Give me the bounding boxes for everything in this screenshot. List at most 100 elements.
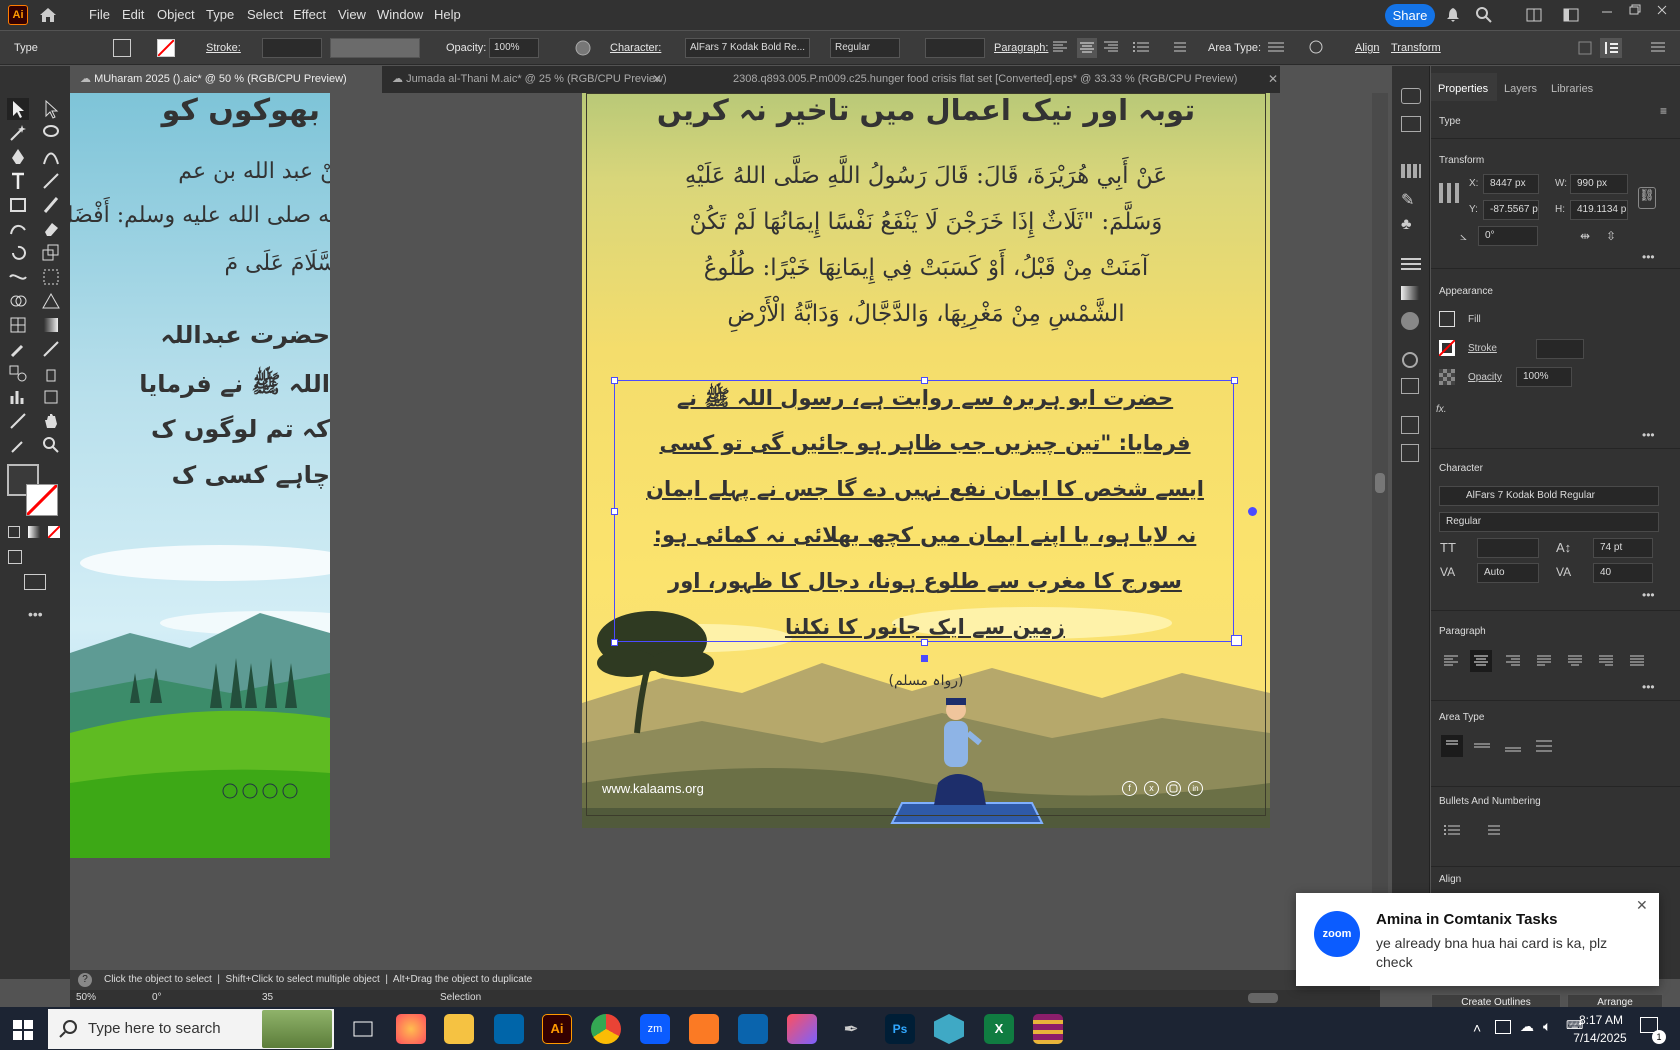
help-icon[interactable]: ?: [78, 973, 92, 987]
font-family-field[interactable]: AlFars 7 Kodak Bold Re...: [685, 38, 810, 58]
task-view-icon[interactable]: [348, 1014, 378, 1044]
tab-close-icon[interactable]: ✕: [652, 72, 662, 86]
zoom-notification[interactable]: zoom Amina in Comtanix Tasks ye already …: [1296, 893, 1659, 986]
vscode-icon[interactable]: [494, 1014, 524, 1044]
transform-link[interactable]: Transform: [1391, 42, 1441, 54]
scrollbar-thumb[interactable]: [1375, 473, 1385, 493]
text-direction-icon[interactable]: [1600, 38, 1622, 58]
area-align-bottom-icon[interactable]: [1505, 740, 1521, 752]
fx-button[interactable]: fx.: [1436, 404, 1447, 415]
menu-view[interactable]: View: [338, 7, 366, 22]
tracking-field[interactable]: 40: [1593, 563, 1653, 583]
stroke-weight-field[interactable]: [262, 38, 322, 58]
mesh-tool-icon[interactable]: [7, 314, 29, 336]
zoom-tool-icon[interactable]: [40, 434, 62, 456]
opacity-label[interactable]: Opacity: [1468, 372, 1502, 383]
firefox-icon[interactable]: [396, 1014, 426, 1044]
height-field[interactable]: 419.1134 p: [1570, 200, 1628, 220]
hand-tool-icon[interactable]: [40, 410, 62, 432]
flip-vertical-icon[interactable]: ⇳: [1606, 229, 1616, 243]
chrome-icon[interactable]: [591, 1014, 621, 1044]
tab-properties[interactable]: Properties: [1438, 83, 1488, 95]
search-icon[interactable]: [1475, 6, 1493, 24]
horizontal-scroll-thumb[interactable]: [1248, 993, 1278, 1003]
bullets-icon[interactable]: [1444, 824, 1460, 836]
xampp-icon[interactable]: [689, 1014, 719, 1044]
inkscape-icon[interactable]: ✒: [836, 1014, 866, 1044]
volume-icon[interactable]: 🔈︎: [1543, 1018, 1551, 1035]
x-field[interactable]: 8447 px: [1483, 174, 1539, 194]
symbol-sprayer-tool-icon[interactable]: [40, 362, 62, 384]
libraries-icon[interactable]: [1401, 116, 1421, 132]
kerning-field[interactable]: Auto: [1477, 563, 1539, 583]
fill-swatch[interactable]: [1439, 311, 1455, 327]
align-link[interactable]: Align: [1355, 42, 1379, 54]
align-center-icon[interactable]: [1077, 38, 1097, 58]
selection-handle[interactable]: [921, 639, 928, 646]
free-transform-tool-icon[interactable]: [40, 266, 62, 288]
status-mode[interactable]: Selection: [440, 992, 481, 1003]
creative-cloud-icon[interactable]: [787, 1014, 817, 1044]
perspective-grid-tool-icon[interactable]: [40, 290, 62, 312]
paragraph-align-left-icon[interactable]: [1444, 655, 1458, 667]
opacity-field[interactable]: 100%: [1516, 367, 1572, 387]
stroke-label[interactable]: Stroke:: [206, 42, 241, 54]
variable-width-field[interactable]: [330, 38, 420, 58]
out-port-handle[interactable]: [1248, 507, 1257, 516]
tab-libraries[interactable]: Libraries: [1551, 83, 1593, 95]
constrain-proportions-icon[interactable]: ⛓: [1638, 187, 1656, 209]
appearance-icon[interactable]: [1402, 352, 1418, 368]
font-size-field[interactable]: [1477, 538, 1539, 558]
color-mode-color-icon[interactable]: [8, 526, 20, 538]
line-tool-icon[interactable]: [40, 170, 62, 192]
font-size-field[interactable]: [925, 38, 985, 58]
gradient-panel-icon[interactable]: [1401, 286, 1419, 300]
brushes-icon[interactable]: ✎: [1401, 190, 1421, 210]
stroke-label[interactable]: Stroke: [1468, 343, 1497, 354]
justify-center-icon[interactable]: [1568, 655, 1582, 667]
font-style-field[interactable]: Regular: [1439, 512, 1659, 532]
stroke-color-swatch[interactable]: [26, 484, 58, 516]
tab-hunger[interactable]: 2308.q893.005.P.m009.c25.hunger food cri…: [723, 66, 1263, 93]
illustrator-taskbar-icon[interactable]: Ai: [542, 1014, 572, 1044]
lasso-tool-icon[interactable]: [40, 122, 62, 144]
artboards-icon[interactable]: [1401, 444, 1419, 462]
color-mode-none-icon[interactable]: [48, 526, 60, 538]
selected-text-frame[interactable]: حضرت ابو ہریرہ سے روایت ہے، رسول اللہ ﷺ …: [614, 380, 1234, 642]
swatches-icon[interactable]: [1401, 164, 1421, 178]
artboard-left[interactable]: بھوکوں کو عَنْ عبد الله بن عم الله صلى ا…: [70, 93, 330, 858]
paragraph-align-center-icon[interactable]: [1470, 650, 1492, 672]
close-icon[interactable]: ✕: [1636, 897, 1648, 914]
tab-muharam[interactable]: ☁ MUharam 2025 ().aic* @ 50 % (RGB/CPU P…: [70, 66, 382, 93]
stroke-weight-field[interactable]: [1536, 339, 1584, 359]
menu-select[interactable]: Select: [247, 7, 283, 22]
transparency-icon[interactable]: [1401, 312, 1419, 330]
bell-icon[interactable]: [1446, 7, 1460, 23]
more-options-icon[interactable]: •••: [1642, 588, 1655, 602]
fill-swatch[interactable]: [113, 39, 131, 57]
export-icon[interactable]: [1401, 416, 1419, 434]
chevron-up-icon[interactable]: ˄: [1473, 1020, 1481, 1036]
graphic-styles-icon[interactable]: [1401, 378, 1419, 394]
symbols-icon[interactable]: ♣: [1401, 216, 1421, 236]
slice-tool-icon[interactable]: [7, 410, 29, 432]
gradient-tool-icon[interactable]: [40, 314, 62, 336]
column-graph-tool-icon[interactable]: [7, 386, 29, 408]
eyedropper2-tool-icon[interactable]: [7, 434, 29, 456]
area-align-center-icon[interactable]: [1474, 740, 1490, 752]
selection-handle[interactable]: [611, 639, 618, 646]
menu-effect[interactable]: Effect: [293, 7, 326, 22]
properties-icon[interactable]: [1401, 88, 1421, 104]
clock-date[interactable]: 7/14/2025: [1566, 1031, 1634, 1045]
align-left-icon[interactable]: [1053, 41, 1067, 53]
workspace-icon[interactable]: [1563, 8, 1579, 22]
shape-builder-tool-icon[interactable]: [7, 290, 29, 312]
type-tool-icon[interactable]: [7, 170, 29, 192]
justify-left-icon[interactable]: [1537, 655, 1551, 667]
file-explorer-icon[interactable]: [444, 1014, 474, 1044]
numbering-icon[interactable]: [1484, 824, 1500, 836]
excel-icon[interactable]: X: [984, 1014, 1014, 1044]
more-options-icon[interactable]: •••: [1642, 428, 1655, 442]
artboard-main[interactable]: توبہ اور نیک اعمال میں تاخیر نہ کریں عَن…: [582, 93, 1270, 828]
menu-help[interactable]: Help: [434, 7, 461, 22]
